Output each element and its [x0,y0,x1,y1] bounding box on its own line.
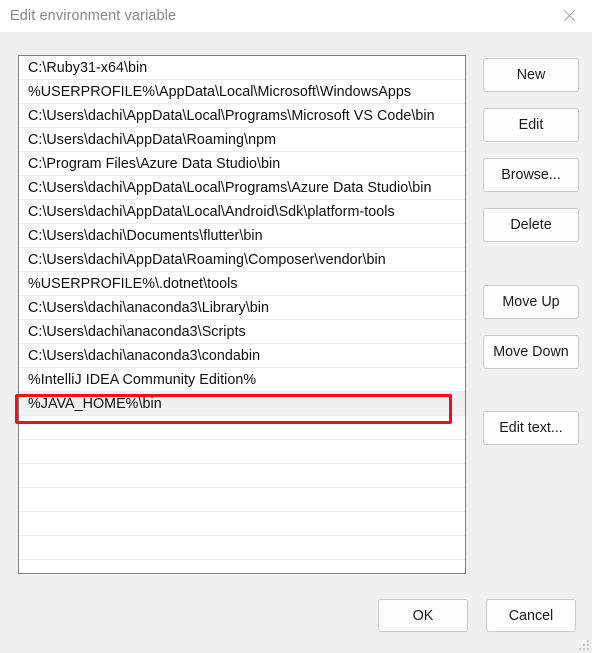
list-item[interactable]: C:\Users\dachi\AppData\Roaming\npm [19,128,465,152]
list-item[interactable]: %JAVA_HOME%\bin [19,392,465,416]
move-up-button[interactable]: Move Up [483,285,579,319]
delete-button[interactable]: Delete [483,208,579,242]
cancel-button[interactable]: Cancel [486,599,576,632]
ok-button[interactable]: OK [378,599,468,632]
new-button[interactable]: New [483,58,579,92]
path-list[interactable]: C:\Ruby31-x64\bin %USERPROFILE%\AppData\L… [18,55,466,574]
list-item[interactable]: C:\Program Files\Azure Data Studio\bin [19,152,465,176]
list-item-empty[interactable] [19,440,465,464]
list-item[interactable]: %USERPROFILE%\.dotnet\tools [19,272,465,296]
list-item[interactable]: C:\Users\dachi\anaconda3\Scripts [19,320,465,344]
list-item[interactable]: C:\Users\dachi\AppData\Local\Android\Sdk… [19,200,465,224]
list-item-empty[interactable] [19,536,465,560]
dialog-body: C:\Ruby31-x64\bin %USERPROFILE%\AppData\L… [0,32,592,653]
list-item-empty[interactable] [19,464,465,488]
close-icon [563,9,576,22]
list-item[interactable]: C:\Users\dachi\AppData\Local\Programs\Mi… [19,104,465,128]
list-item[interactable]: C:\Users\dachi\Documents\flutter\bin [19,224,465,248]
list-item[interactable]: %USERPROFILE%\AppData\Local\Microsoft\Wi… [19,80,465,104]
list-item[interactable]: %IntelliJ IDEA Community Edition% [19,368,465,392]
list-item-empty[interactable] [19,512,465,536]
list-item-empty[interactable] [19,488,465,512]
browse-button[interactable]: Browse... [483,158,579,192]
list-item[interactable]: C:\Users\dachi\anaconda3\Library\bin [19,296,465,320]
window-title: Edit environment variable [10,8,177,24]
move-down-button[interactable]: Move Down [483,335,579,369]
list-item[interactable]: C:\Users\dachi\AppData\Local\Programs\Az… [19,176,465,200]
list-item-empty[interactable] [19,416,465,440]
close-button[interactable] [546,0,592,30]
resize-grip-icon[interactable] [577,638,589,650]
list-item[interactable]: C:\Users\dachi\AppData\Roaming\Composer\… [19,248,465,272]
title-bar: Edit environment variable [0,0,592,32]
edit-button[interactable]: Edit [483,108,579,142]
edit-text-button[interactable]: Edit text... [483,411,579,445]
list-item[interactable]: C:\Ruby31-x64\bin [19,56,465,80]
list-item[interactable]: C:\Users\dachi\anaconda3\condabin [19,344,465,368]
